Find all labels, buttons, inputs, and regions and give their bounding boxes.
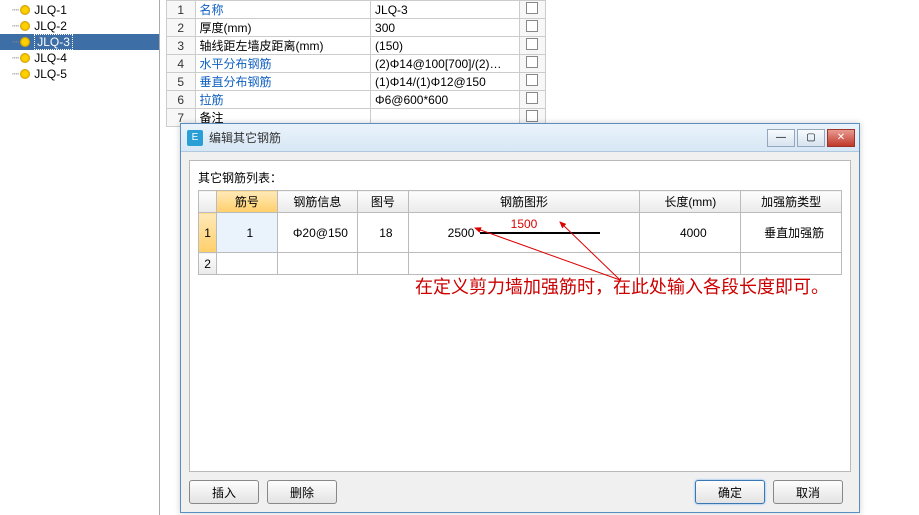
col-header-shape[interactable]: 钢筋图形 bbox=[408, 191, 640, 213]
prop-name: 轴线距左墙皮距离(mm) bbox=[195, 37, 371, 55]
row-number: 2 bbox=[199, 253, 217, 275]
row-number: 1 bbox=[167, 1, 196, 19]
tree-item-label: JLQ-2 bbox=[34, 19, 67, 33]
cancel-button[interactable]: 取消 bbox=[773, 480, 843, 504]
dialog-title: 编辑其它钢筋 bbox=[209, 129, 765, 146]
cell-type[interactable] bbox=[741, 253, 842, 275]
prop-name: 拉筋 bbox=[195, 91, 371, 109]
tree-item-jlq1[interactable]: ┈ JLQ-1 bbox=[0, 2, 159, 18]
row-number: 1 bbox=[199, 213, 217, 253]
table-row[interactable]: 3 轴线距左墙皮距离(mm) (150) bbox=[167, 37, 546, 55]
table-row[interactable]: 1 名称 JLQ-3 bbox=[167, 1, 546, 19]
gear-icon bbox=[20, 21, 30, 31]
col-header-info[interactable]: 钢筋信息 bbox=[277, 191, 358, 213]
prop-name: 垂直分布钢筋 bbox=[195, 73, 371, 91]
table-row[interactable]: 6 拉筋 Φ6@600*600 bbox=[167, 91, 546, 109]
table-row[interactable]: 5 垂直分布钢筋 (1)Φ14/(1)Φ12@150 bbox=[167, 73, 546, 91]
row-number-header bbox=[199, 191, 217, 213]
tree-item-jlq3[interactable]: ┈ JLQ-3 bbox=[0, 34, 159, 50]
cell-fig[interactable]: 18 bbox=[358, 213, 408, 253]
shape-seg-mid[interactable]: 1500 bbox=[511, 217, 538, 231]
tree-connector: ┈ bbox=[12, 3, 18, 18]
tree-connector: ┈ bbox=[12, 35, 18, 50]
edit-rebar-dialog: E 编辑其它钢筋 — ▢ ✕ 其它钢筋列表： 筋号 钢筋信息 图号 钢筋图形 长… bbox=[180, 123, 860, 513]
col-header-fig[interactable]: 图号 bbox=[358, 191, 408, 213]
dialog-titlebar[interactable]: E 编辑其它钢筋 — ▢ ✕ bbox=[181, 124, 859, 152]
table-row[interactable]: 1 1 Φ20@150 18 2500 1500 4000 垂直加强筋 bbox=[199, 213, 842, 253]
gear-icon bbox=[20, 53, 30, 63]
cell-shape[interactable] bbox=[408, 253, 640, 275]
checkbox[interactable] bbox=[526, 74, 538, 86]
property-table: 1 名称 JLQ-3 2 厚度(mm) 300 3 轴线距左墙皮距离(mm) (… bbox=[166, 0, 546, 127]
prop-value[interactable]: (1)Φ14/(1)Φ12@150 bbox=[371, 73, 520, 91]
col-header-type[interactable]: 加强筋类型 bbox=[741, 191, 842, 213]
tree-item-label: JLQ-4 bbox=[34, 51, 67, 65]
tree-item-label: JLQ-3 bbox=[34, 34, 73, 50]
table-row[interactable]: 2 bbox=[199, 253, 842, 275]
checkbox[interactable] bbox=[526, 56, 538, 68]
insert-button[interactable]: 插入 bbox=[189, 480, 259, 504]
cell-info[interactable]: Φ20@150 bbox=[277, 213, 358, 253]
checkbox[interactable] bbox=[526, 20, 538, 32]
col-header-len[interactable]: 长度(mm) bbox=[640, 191, 741, 213]
prop-value[interactable]: 300 bbox=[371, 19, 520, 37]
row-number: 5 bbox=[167, 73, 196, 91]
row-number: 2 bbox=[167, 19, 196, 37]
close-button[interactable]: ✕ bbox=[827, 129, 855, 147]
row-number: 3 bbox=[167, 37, 196, 55]
checkbox[interactable] bbox=[526, 110, 538, 122]
prop-name: 名称 bbox=[195, 1, 371, 19]
cell-shape[interactable]: 2500 1500 bbox=[408, 213, 640, 253]
checkbox[interactable] bbox=[526, 92, 538, 104]
dialog-footer: 插入 删除 确定 取消 bbox=[189, 480, 851, 504]
prop-name: 水平分布钢筋 bbox=[195, 55, 371, 73]
dialog-body: 其它钢筋列表： 筋号 钢筋信息 图号 钢筋图形 长度(mm) 加强筋类型 1 1… bbox=[189, 160, 851, 472]
gear-icon bbox=[20, 37, 30, 47]
prop-name: 厚度(mm) bbox=[195, 19, 371, 37]
checkbox[interactable] bbox=[526, 38, 538, 50]
rebar-table: 筋号 钢筋信息 图号 钢筋图形 长度(mm) 加强筋类型 1 1 Φ20@150… bbox=[198, 190, 842, 275]
row-number: 6 bbox=[167, 91, 196, 109]
rebar-line-icon bbox=[480, 232, 600, 234]
minimize-button[interactable]: — bbox=[767, 129, 795, 147]
tree-connector: ┈ bbox=[12, 67, 18, 82]
cell-num[interactable]: 1 bbox=[217, 213, 277, 253]
sidebar-tree: ┈ JLQ-1 ┈ JLQ-2 ┈ JLQ-3 ┈ JLQ-4 ┈ JLQ-5 bbox=[0, 0, 160, 515]
prop-value[interactable]: Φ6@600*600 bbox=[371, 91, 520, 109]
prop-value[interactable]: JLQ-3 bbox=[371, 1, 520, 19]
tree-item-jlq4[interactable]: ┈ JLQ-4 bbox=[0, 50, 159, 66]
app-icon: E bbox=[187, 130, 203, 146]
tree-item-label: JLQ-5 bbox=[34, 67, 67, 81]
gear-icon bbox=[20, 69, 30, 79]
annotation-text: 在定义剪力墙加强筋时，在此处输入各段长度即可。 bbox=[415, 275, 919, 299]
tree-connector: ┈ bbox=[12, 19, 18, 34]
row-number: 4 bbox=[167, 55, 196, 73]
cell-len[interactable]: 4000 bbox=[640, 213, 741, 253]
list-label: 其它钢筋列表： bbox=[198, 169, 842, 186]
table-row[interactable]: 4 水平分布钢筋 (2)Φ14@100[700]/(2)… bbox=[167, 55, 546, 73]
cell-fig[interactable] bbox=[358, 253, 408, 275]
cell-num[interactable] bbox=[217, 253, 277, 275]
tree-item-jlq2[interactable]: ┈ JLQ-2 bbox=[0, 18, 159, 34]
prop-value[interactable]: (150) bbox=[371, 37, 520, 55]
cell-info[interactable] bbox=[277, 253, 358, 275]
ok-button[interactable]: 确定 bbox=[695, 480, 765, 504]
shape-seg-left[interactable]: 2500 bbox=[448, 226, 475, 240]
maximize-button[interactable]: ▢ bbox=[797, 129, 825, 147]
prop-value[interactable]: (2)Φ14@100[700]/(2)… bbox=[371, 55, 520, 73]
delete-button[interactable]: 删除 bbox=[267, 480, 337, 504]
tree-item-jlq5[interactable]: ┈ JLQ-5 bbox=[0, 66, 159, 82]
checkbox[interactable] bbox=[526, 2, 538, 14]
gear-icon bbox=[20, 5, 30, 15]
table-row[interactable]: 2 厚度(mm) 300 bbox=[167, 19, 546, 37]
col-header-num[interactable]: 筋号 bbox=[217, 191, 277, 213]
tree-connector: ┈ bbox=[12, 51, 18, 66]
tree-item-label: JLQ-1 bbox=[34, 3, 67, 17]
cell-len[interactable] bbox=[640, 253, 741, 275]
cell-type[interactable]: 垂直加强筋 bbox=[741, 213, 842, 253]
